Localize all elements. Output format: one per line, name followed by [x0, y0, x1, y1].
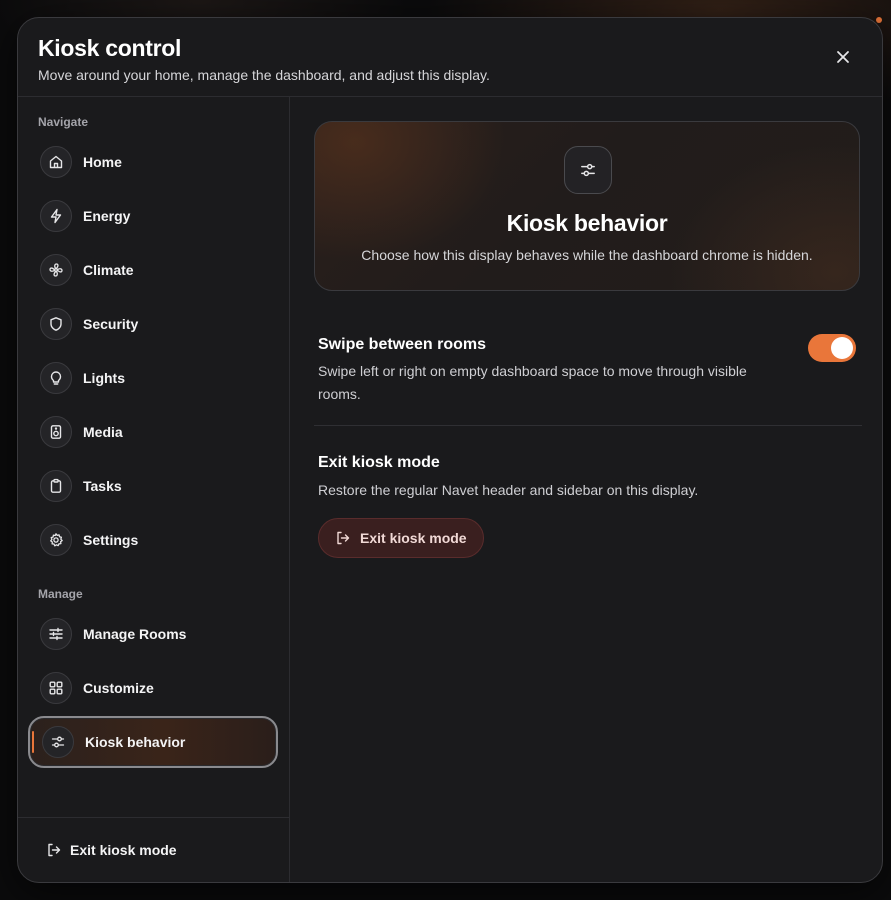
- sidebar: Navigate Home Energy Climate Security Li…: [18, 97, 290, 882]
- exit-kiosk-title: Exit kiosk mode: [318, 454, 440, 471]
- close-icon: [837, 51, 849, 63]
- hero-title: Kiosk behavior: [506, 210, 668, 236]
- home-icon: [40, 146, 72, 178]
- sidebar-item-manage-rooms[interactable]: Manage Rooms: [28, 609, 278, 659]
- dialog-subtitle: Move around your home, manage the dashbo…: [38, 67, 490, 83]
- sidebar-exit-kiosk-button[interactable]: Exit kiosk mode: [46, 842, 177, 858]
- sidebar-item-label: Climate: [83, 262, 134, 278]
- toggles-icon: [564, 146, 612, 194]
- sidebar-item-home[interactable]: Home: [28, 137, 278, 187]
- sidebar-item-energy[interactable]: Energy: [28, 191, 278, 241]
- sidebar-item-label: Home: [83, 154, 122, 170]
- sidebar-item-label: Energy: [83, 208, 131, 224]
- fan-icon: [40, 254, 72, 286]
- sidebar-item-label: Tasks: [83, 478, 122, 494]
- gear-icon: [40, 524, 72, 556]
- exit-kiosk-mode-button[interactable]: Exit kiosk mode: [318, 518, 484, 558]
- exit-kiosk-button-label: Exit kiosk mode: [360, 530, 467, 546]
- lightbulb-icon: [40, 362, 72, 394]
- lightning-icon: [40, 200, 72, 232]
- swipe-desc-line-2: rooms.: [318, 386, 361, 402]
- close-button[interactable]: [832, 46, 854, 68]
- sidebar-item-label: Media: [83, 424, 123, 440]
- exit-icon: [48, 843, 61, 857]
- section-label-navigate: Navigate: [38, 115, 89, 129]
- sidebar-item-kiosk-behavior[interactable]: Kiosk behavior: [28, 716, 278, 768]
- section-label-manage: Manage: [38, 587, 83, 601]
- divider: [314, 425, 862, 426]
- sidebar-item-climate[interactable]: Climate: [28, 245, 278, 295]
- sidebar-exit-label: Exit kiosk mode: [70, 842, 177, 858]
- grid-icon: [40, 672, 72, 704]
- swipe-setting-title: Swipe between rooms: [318, 336, 487, 353]
- sidebar-footer: Exit kiosk mode: [18, 817, 289, 882]
- sidebar-item-security[interactable]: Security: [28, 299, 278, 349]
- exit-icon: [337, 531, 350, 545]
- sidebar-item-customize[interactable]: Customize: [28, 663, 278, 713]
- dialog-header: Kiosk control Move around your home, man…: [18, 18, 882, 97]
- sidebar-item-label: Customize: [83, 680, 154, 696]
- speaker-icon: [40, 416, 72, 448]
- sliders-icon: [40, 618, 72, 650]
- shield-icon: [40, 308, 72, 340]
- sidebar-item-label: Security: [83, 316, 139, 332]
- sidebar-item-tasks[interactable]: Tasks: [28, 461, 278, 511]
- sidebar-item-label: Settings: [83, 532, 139, 548]
- kiosk-behavior-hero-card: Kiosk behavior Choose how this display b…: [314, 121, 860, 291]
- exit-kiosk-description: Restore the regular Navet header and sid…: [318, 482, 699, 498]
- toggles-icon: [42, 726, 74, 758]
- hero-description: Choose how this display behaves while th…: [361, 247, 813, 263]
- kiosk-control-dialog: Kiosk control Move around your home, man…: [17, 17, 883, 883]
- toggle-knob: [831, 337, 853, 359]
- clipboard-icon: [40, 470, 72, 502]
- swipe-desc-line-1: Swipe left or right on empty dashboard s…: [318, 363, 747, 379]
- sidebar-item-lights[interactable]: Lights: [28, 353, 278, 403]
- dialog-title: Kiosk control: [38, 35, 182, 61]
- sidebar-item-settings[interactable]: Settings: [28, 515, 278, 565]
- sidebar-item-label: Manage Rooms: [83, 626, 187, 642]
- sidebar-item-label: Kiosk behavior: [85, 734, 186, 750]
- sidebar-item-label: Lights: [83, 370, 125, 386]
- main-content: Kiosk behavior Choose how this display b…: [291, 97, 882, 882]
- swipe-setting-description: Swipe left or right on empty dashboard s…: [318, 360, 747, 406]
- sidebar-item-media[interactable]: Media: [28, 407, 278, 457]
- swipe-between-rooms-toggle[interactable]: [808, 334, 856, 362]
